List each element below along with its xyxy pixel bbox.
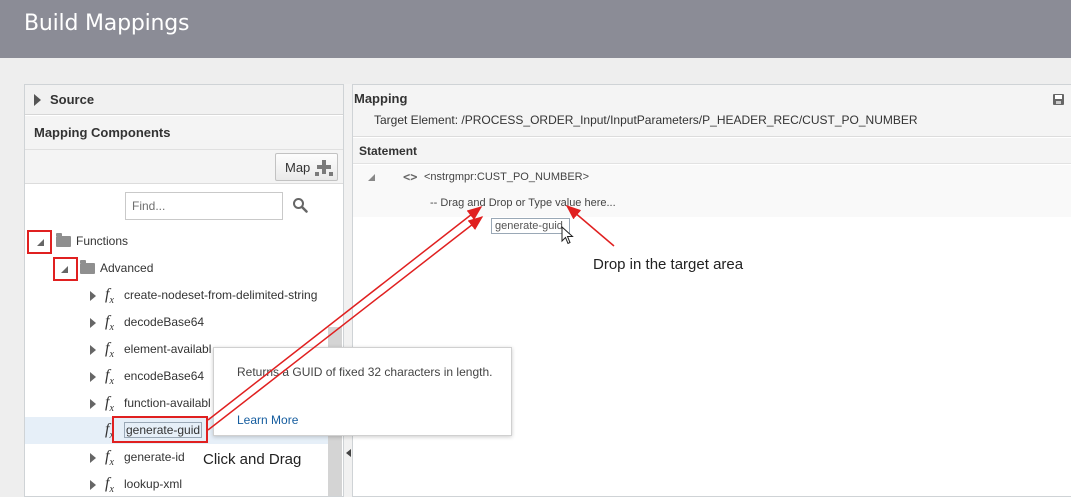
mapping-label: Mapping (354, 91, 408, 106)
function-item[interactable]: fx decodeBase64 (25, 309, 328, 336)
expand-triangle-icon[interactable] (90, 399, 96, 409)
annotation-box-advanced (53, 257, 78, 281)
collapse-triangle-icon[interactable] (368, 174, 375, 181)
function-icon: fx (105, 340, 114, 361)
mapping-components-header: Mapping Components (25, 116, 343, 150)
expand-triangle-icon[interactable] (90, 345, 96, 355)
tree-node-functions[interactable]: Functions (25, 228, 328, 255)
function-icon: fx (105, 367, 114, 388)
folder-icon (56, 233, 71, 247)
collapse-arrow-icon[interactable] (346, 449, 351, 457)
function-icon: fx (105, 313, 114, 334)
function-label: function-availabl (124, 396, 211, 410)
function-tooltip: Returns a GUID of fixed 32 characters in… (213, 347, 512, 436)
title-bar: Build Mappings (0, 0, 1071, 58)
function-label: element-availabl (124, 342, 212, 356)
function-item[interactable]: fx create-nodeset-from-delimited-string (25, 282, 328, 309)
function-icon: fx (105, 448, 114, 469)
annotation-box-generate-guid (112, 416, 208, 443)
map-button[interactable]: Map (275, 153, 338, 181)
mapping-header: Mapping Target Element: /PROCESS_ORDER_I… (353, 85, 1071, 137)
expand-triangle-icon[interactable] (90, 453, 96, 463)
drop-annotation-label: Drop in the target area (589, 249, 757, 281)
folder-icon (80, 260, 95, 274)
expand-triangle-icon[interactable] (90, 372, 96, 382)
mouse-cursor-icon (561, 226, 574, 245)
search-icon[interactable] (292, 197, 308, 213)
source-label: Source (50, 92, 95, 107)
find-input[interactable] (125, 192, 283, 220)
source-section-header[interactable]: Source (25, 85, 343, 115)
tree-node-label: Functions (76, 234, 129, 248)
function-label: encodeBase64 (124, 369, 205, 383)
learn-more-link[interactable]: Learn More (237, 413, 298, 427)
statement-label: Statement (359, 144, 418, 158)
code-element-icon: <> (403, 170, 418, 184)
expand-triangle-icon[interactable] (90, 318, 96, 328)
expand-triangle-icon[interactable] (34, 94, 41, 106)
save-icon[interactable] (1053, 94, 1064, 105)
function-label: create-nodeset-from-delimited-string (124, 288, 318, 302)
tree-node-label: Advanced (100, 261, 154, 275)
expand-triangle-icon[interactable] (90, 480, 96, 490)
expand-triangle-icon[interactable] (90, 291, 96, 301)
annotation-box-functions (27, 230, 52, 254)
function-label: lookup-xml (124, 477, 183, 491)
function-icon: fx (105, 475, 114, 496)
statement-area[interactable]: <> <nstrgmpr:CUST_PO_NUMBER> -- Drag and… (353, 165, 1071, 217)
function-label: generate-id (124, 450, 185, 464)
drag-annotation-label: Click and Drag (200, 444, 312, 476)
statement-header: Statement (353, 138, 1071, 164)
statement-node-name: <nstrgmpr:CUST_PO_NUMBER> (424, 171, 590, 183)
mapping-components-label: Mapping Components (34, 125, 171, 140)
page-title: Build Mappings (24, 11, 190, 36)
drop-target-placeholder[interactable]: -- Drag and Drop or Type value here... (430, 197, 616, 209)
target-element: Target Element: /PROCESS_ORDER_Input/Inp… (374, 113, 918, 127)
function-label: decodeBase64 (124, 315, 205, 329)
tooltip-description: Returns a GUID of fixed 32 characters in… (237, 365, 493, 379)
map-toolbar: Map (25, 150, 343, 184)
dragged-function-chip: generate-guid (491, 218, 570, 234)
function-icon: fx (105, 286, 114, 307)
function-icon: fx (105, 394, 114, 415)
map-add-icon (315, 158, 333, 180)
map-button-label: Map (285, 160, 311, 175)
